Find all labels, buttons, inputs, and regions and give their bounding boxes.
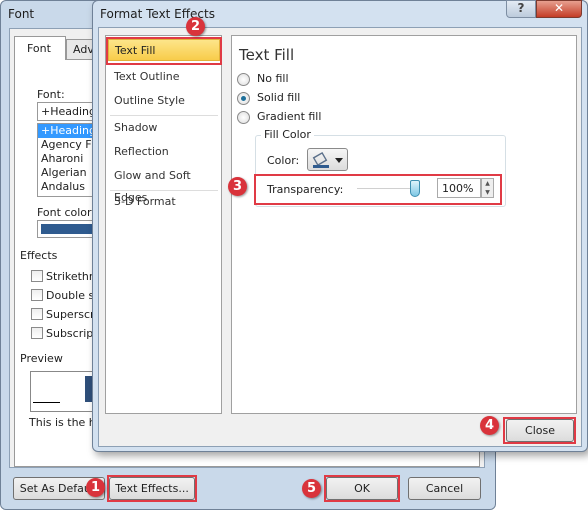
step-badge-4: 4 — [480, 416, 499, 435]
help-button[interactable]: ? — [506, 0, 536, 18]
help-icon: ? — [517, 1, 525, 15]
font-label: Font: — [37, 88, 65, 101]
superscript-label: Superscri — [46, 308, 98, 321]
gradient-fill-label: Gradient fill — [257, 110, 322, 123]
double-strikethrough-checkbox[interactable] — [31, 289, 43, 301]
annotation-box-5 — [324, 475, 400, 502]
category-3d-format[interactable]: 3-D Format — [108, 191, 220, 213]
panel-heading: Text Fill — [239, 46, 295, 64]
close-icon: ✕ — [553, 1, 565, 15]
category-shadow[interactable]: Shadow — [108, 117, 220, 139]
paint-bucket-icon — [312, 151, 328, 167]
category-list: Text Fill Text Outline Outline Style Sha… — [105, 35, 222, 414]
preview-label: Preview — [20, 352, 63, 365]
annotation-box-2 — [106, 37, 222, 65]
category-reflection[interactable]: Reflection — [108, 141, 220, 163]
font-dialog-title: Font — [8, 7, 35, 21]
annotation-box-4 — [503, 417, 576, 444]
color-label: Color: — [267, 154, 300, 167]
close-window-button[interactable]: ✕ — [536, 0, 582, 18]
format-text-effects-dialog: Format Text Effects ? ✕ Text Fill Text O… — [92, 0, 588, 452]
step-badge-3: 3 — [228, 177, 247, 196]
superscript-checkbox[interactable] — [31, 308, 43, 320]
category-glow-soft-edges[interactable]: Glow and Soft Edges — [108, 165, 220, 204]
divider — [110, 115, 218, 116]
subscript-checkbox[interactable] — [31, 327, 43, 339]
color-swatch — [313, 165, 329, 168]
step-badge-2: 2 — [186, 17, 205, 36]
no-fill-label: No fill — [257, 72, 289, 85]
preview-box — [30, 371, 100, 412]
double-strikethrough-label: Double st — [46, 289, 99, 302]
no-fill-radio[interactable] — [237, 73, 250, 86]
font-color-label: Font color: — [37, 206, 96, 219]
chevron-down-icon — [335, 158, 343, 163]
category-text-outline[interactable]: Text Outline — [108, 66, 220, 88]
settings-panel: Text Fill No fill Solid fill Gradient fi… — [231, 35, 577, 414]
solid-fill-radio[interactable] — [237, 92, 250, 105]
step-badge-1: 1 — [86, 478, 105, 497]
category-outline-style[interactable]: Outline Style — [108, 90, 220, 112]
color-picker-button[interactable] — [307, 148, 348, 171]
subscript-label: Subscript — [46, 327, 98, 340]
solid-fill-label: Solid fill — [257, 91, 301, 104]
effects-label: Effects — [20, 249, 58, 262]
strikethrough-checkbox[interactable] — [31, 270, 43, 282]
gradient-fill-radio[interactable] — [237, 111, 250, 124]
step-badge-5: 5 — [302, 479, 321, 498]
fill-color-group-label: Fill Color — [261, 128, 314, 141]
annotation-box-3 — [254, 174, 502, 205]
tab-font[interactable]: Font — [14, 36, 66, 60]
annotation-box-1 — [107, 475, 197, 502]
cancel-button[interactable]: Cancel — [408, 477, 481, 500]
